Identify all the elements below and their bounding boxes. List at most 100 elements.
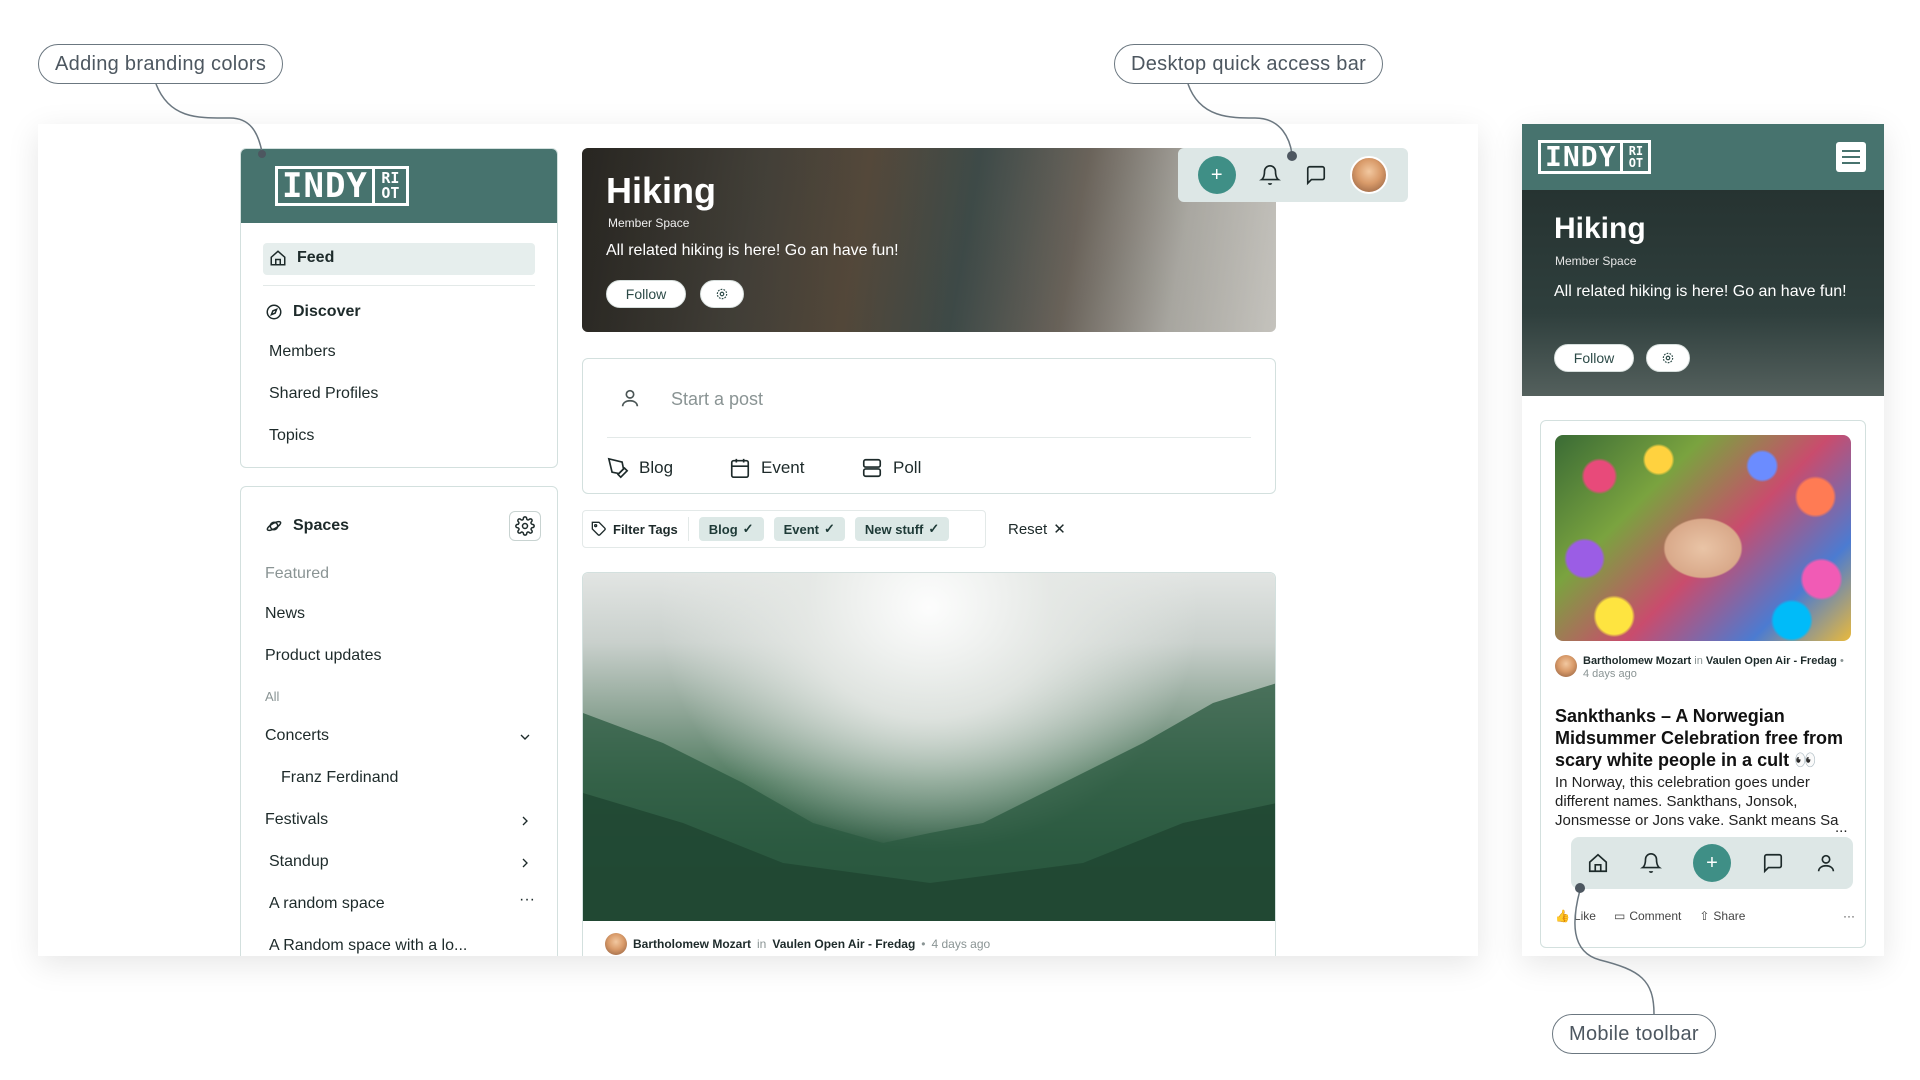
spaces-title: Spaces (293, 517, 350, 534)
post-space[interactable]: Vaulen Open Air - Fredag (772, 937, 915, 951)
mobile-post-card: Bartholomew Mozart in Vaulen Open Air - … (1540, 420, 1866, 948)
reset-label: Reset (1008, 520, 1048, 538)
mobile-hero-settings-button[interactable] (1646, 344, 1690, 372)
bell-icon (1639, 852, 1662, 874)
chat-icon (1305, 164, 1327, 186)
random-space-long-label: A Random space with a lo... (269, 937, 468, 954)
callout-branding-text: Adding branding colors (55, 52, 267, 75)
spaces-card: Spaces Featured News Product updates All… (240, 486, 558, 956)
mobile-hero-description: All related hiking is here! Go an have f… (1554, 283, 1847, 300)
user-avatar[interactable] (1350, 156, 1389, 194)
mobile-follow-button[interactable]: Follow (1554, 344, 1634, 372)
sidebar-item-feed[interactable]: Feed (269, 249, 334, 267)
logo-main-text: INDY (1538, 140, 1624, 174)
desktop-frame: INDY RI OT Feed Discover Members Shared … (38, 124, 1478, 956)
hero-settings-button[interactable] (700, 280, 744, 308)
mobile-post-space[interactable]: Vaulen Open Air - Fredag (1706, 655, 1837, 667)
author-avatar[interactable] (1555, 655, 1577, 677)
home-icon (269, 249, 287, 267)
filter-tag-event[interactable]: Event ✓ (773, 517, 845, 541)
sidebar-item-shared-profiles[interactable]: Shared Profiles (269, 385, 378, 403)
tag-event-text: Event (783, 521, 819, 537)
plus-icon: + (1210, 163, 1223, 186)
post-author[interactable]: Bartholomew Mozart (633, 937, 751, 951)
chevron-down-icon[interactable] (517, 729, 533, 745)
sidebar-item-members[interactable]: Members (269, 343, 336, 361)
post-image-flowers[interactable] (1555, 435, 1851, 641)
event-button[interactable]: Event (729, 457, 804, 479)
logo-box-bottom: OT (381, 184, 400, 202)
poll-button[interactable]: Poll (861, 457, 921, 479)
sidebar-nav-card: INDY RI OT Feed Discover Members Shared … (240, 148, 558, 468)
check-icon: ✓ (742, 521, 754, 536)
mobile-profile-button[interactable] (1815, 852, 1837, 874)
sidebar-item-random-space[interactable]: A random space (269, 895, 385, 913)
quick-access-bar: + (1178, 148, 1408, 202)
hamburger-icon (1842, 150, 1860, 164)
members-label: Members (269, 343, 336, 360)
filter-tag-blog[interactable]: Blog ✓ (698, 517, 764, 541)
mobile-home-button[interactable] (1587, 852, 1609, 874)
callout-branding: Adding branding colors (38, 44, 284, 84)
check-icon: ✓ (823, 521, 835, 536)
share-icon: ⇧ (1699, 909, 1710, 923)
concerts-label: Concerts (265, 727, 330, 744)
sidebar-item-festivals[interactable]: Festivals (265, 811, 328, 829)
filter-tags-text: Filter Tags (613, 521, 678, 537)
author-avatar[interactable] (605, 933, 627, 955)
sidebar-item-random-space-long[interactable]: A Random space with a lo... (269, 937, 467, 955)
mobile-notifications-button[interactable] (1639, 852, 1662, 874)
sidebar-item-product-updates[interactable]: Product updates (265, 647, 382, 665)
mobile-messages-button[interactable] (1762, 852, 1784, 874)
standup-label: Standup (269, 853, 329, 870)
messages-button[interactable] (1305, 164, 1327, 186)
mobile-hero-title: Hiking (1554, 212, 1646, 245)
topics-label: Topics (269, 427, 315, 444)
compass-icon (265, 303, 283, 321)
mobile-create-button[interactable]: + (1692, 844, 1731, 882)
sidebar-item-franz-ferdinand[interactable]: Franz Ferdinand (281, 769, 398, 787)
filter-tag-new-stuff[interactable]: New stuff ✓ (854, 517, 950, 541)
sidebar-item-topics[interactable]: Topics (269, 427, 314, 445)
reset-filters-button[interactable]: Reset ✕ (1008, 520, 1066, 539)
share-button[interactable]: ⇧ Share (1699, 909, 1745, 923)
mobile-post-author[interactable]: Bartholomew Mozart (1583, 655, 1691, 667)
spaces-settings-button[interactable] (509, 511, 541, 541)
user-icon (619, 387, 641, 409)
comment-icon: ▭ (1613, 909, 1626, 923)
sidebar-item-discover[interactable]: Discover (265, 303, 361, 321)
mobile-toolbar: + (1571, 837, 1853, 889)
sidebar-item-news[interactable]: News (265, 605, 305, 623)
comment-button[interactable]: ▭ Comment (1614, 909, 1681, 923)
notifications-button[interactable] (1259, 164, 1282, 186)
sidebar-item-standup[interactable]: Standup (269, 853, 329, 871)
post-image-forest[interactable] (583, 573, 1275, 921)
blog-button[interactable]: Blog (607, 457, 673, 479)
hero-description: All related hiking is here! Go an have f… (606, 242, 899, 259)
indy-riot-logo: INDY RI OT (1538, 140, 1652, 174)
all-label: All (265, 689, 280, 704)
follow-button[interactable]: Follow (606, 280, 686, 308)
sidebar-item-concerts[interactable]: Concerts (265, 727, 329, 745)
plus-icon: + (1706, 851, 1718, 874)
chevron-right-icon[interactable] (517, 813, 533, 829)
mobile-post-body: In Norway, this celebration goes under d… (1555, 774, 1839, 829)
mobile-frame: INDY RI OT Hiking Member Space All relat… (1522, 124, 1884, 956)
start-post-input[interactable]: Start a post (671, 389, 763, 410)
like-label: Like (1573, 909, 1596, 923)
more-options-button[interactable]: ··· (1843, 909, 1855, 923)
filter-tags-label[interactable]: Filter Tags (591, 521, 678, 537)
thumbs-up-icon: 👍 (1555, 909, 1570, 923)
menu-button[interactable] (1836, 142, 1866, 172)
space-hero: Hiking Member Space All related hiking i… (582, 148, 1276, 332)
mobile-post-title[interactable]: Sankthanks – A Norwegian Midsummer Celeb… (1555, 705, 1859, 771)
festivals-label: Festivals (265, 811, 329, 828)
more-options-icon[interactable]: ··· (519, 891, 535, 909)
callout-quick-bar: Desktop quick access bar (1114, 44, 1384, 84)
mobile-hero-subtitle: Member Space (1555, 254, 1637, 268)
create-button[interactable]: + (1197, 156, 1236, 194)
like-button[interactable]: 👍 Like (1555, 909, 1596, 923)
divider (607, 437, 1251, 438)
check-icon: ✓ (928, 521, 940, 536)
chevron-right-icon[interactable] (517, 855, 533, 871)
